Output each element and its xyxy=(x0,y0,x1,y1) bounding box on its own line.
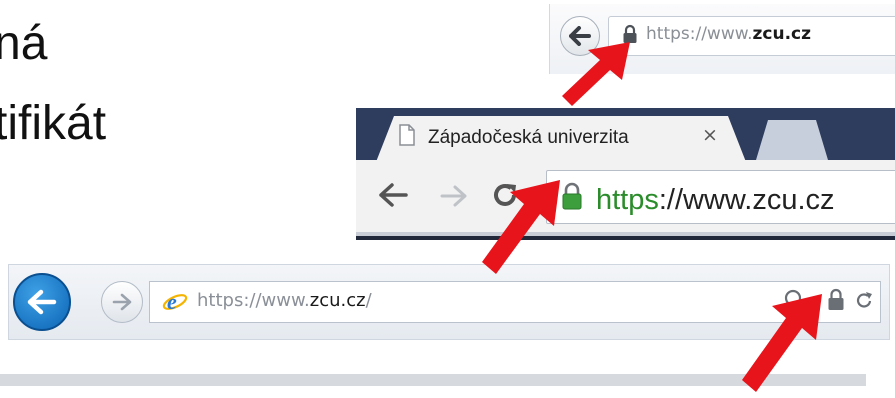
chrome-toolbar-screenshot: Západočeská univerzita × https://www.zcu… xyxy=(356,108,895,240)
chevron-down-icon[interactable] xyxy=(809,297,819,305)
ie-toolbar-screenshot: e https://www.zcu.cz/ xyxy=(8,264,890,340)
url-text: https://www.zcu.cz xyxy=(596,184,835,216)
padlock-icon xyxy=(562,182,582,210)
svg-text:e: e xyxy=(167,289,177,314)
forward-arrow-icon xyxy=(112,293,132,311)
new-tab-button[interactable] xyxy=(756,120,828,160)
url-text: https://www.zcu.cz/ xyxy=(197,290,372,311)
back-button[interactable] xyxy=(13,273,71,331)
tab-title: Západočeská univerzita xyxy=(428,127,629,148)
padlock-icon xyxy=(623,24,637,43)
forward-button[interactable] xyxy=(101,281,143,323)
separator-bar xyxy=(0,374,866,386)
padlock-icon[interactable] xyxy=(827,288,845,312)
url-text: https://www.zcu.cz xyxy=(646,24,812,44)
reload-icon[interactable] xyxy=(490,180,520,210)
close-icon[interactable]: × xyxy=(702,124,718,146)
slide-text-line-2: tifikát xyxy=(0,97,107,150)
slide-text-line-1: ná xyxy=(0,17,48,70)
back-arrow-icon xyxy=(27,289,57,315)
slide-stage: ná tifikát https://www.zcu.cz Západočesk… xyxy=(0,0,895,398)
firefox-toolbar-screenshot: https://www.zcu.cz xyxy=(549,4,895,74)
back-arrow-icon xyxy=(569,26,591,46)
refresh-icon[interactable] xyxy=(855,289,875,311)
back-button[interactable] xyxy=(560,16,600,56)
toolbar-divider xyxy=(356,232,895,236)
page-icon xyxy=(399,124,415,146)
forward-arrow-icon[interactable] xyxy=(440,184,468,208)
ie-logo-icon: e xyxy=(162,289,188,314)
back-arrow-icon[interactable] xyxy=(378,182,408,208)
search-icon[interactable] xyxy=(781,289,803,313)
